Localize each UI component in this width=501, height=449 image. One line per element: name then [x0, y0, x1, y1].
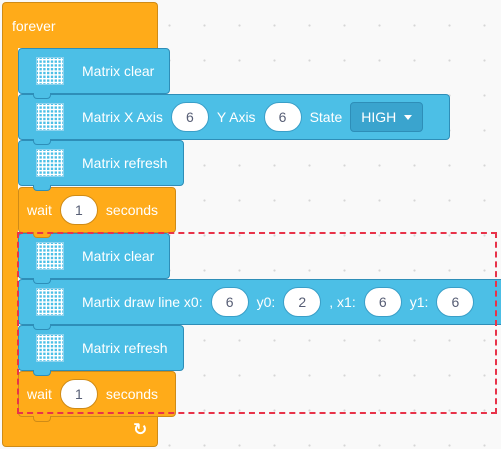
state-value: HIGH [361, 109, 397, 125]
chevron-down-icon [404, 114, 413, 120]
led-matrix-icon [36, 149, 64, 177]
wait-seconds-input[interactable]: 1 [59, 195, 98, 225]
matrix-set-pixel-block[interactable]: Matrix X Axis 6 Y Axis 6 State HIGH [18, 94, 450, 140]
x-axis-label: Matrix X Axis [82, 109, 163, 125]
y-axis-label: Y Axis [216, 109, 256, 125]
x-axis-input[interactable]: 6 [170, 102, 209, 132]
forever-block-top[interactable]: forever [2, 2, 158, 48]
seconds-label: seconds [105, 202, 159, 218]
state-label: State [309, 109, 343, 125]
forever-block-arm [2, 47, 18, 415]
forever-block-bottom[interactable]: ↻ [2, 414, 158, 447]
block-notch [33, 139, 51, 145]
led-matrix-icon [36, 57, 64, 85]
block-label: Matrix refresh [82, 155, 168, 171]
highlight-dashed-box [17, 232, 497, 414]
y-axis-input[interactable]: 6 [263, 102, 302, 132]
block-notch [33, 185, 51, 191]
wait-label: wait [27, 202, 52, 218]
matrix-clear-block[interactable]: Matrix clear [18, 48, 170, 94]
wait-block[interactable]: wait 1 seconds [18, 187, 176, 233]
state-dropdown[interactable]: HIGH [350, 102, 424, 132]
matrix-refresh-block[interactable]: Matrix refresh [18, 140, 184, 186]
block-notch [33, 416, 51, 422]
block-notch [33, 93, 51, 99]
loop-arrow-icon: ↻ [133, 420, 148, 440]
forever-label: forever [12, 18, 56, 34]
block-label: Matrix clear [82, 63, 155, 79]
led-matrix-icon [36, 103, 64, 131]
